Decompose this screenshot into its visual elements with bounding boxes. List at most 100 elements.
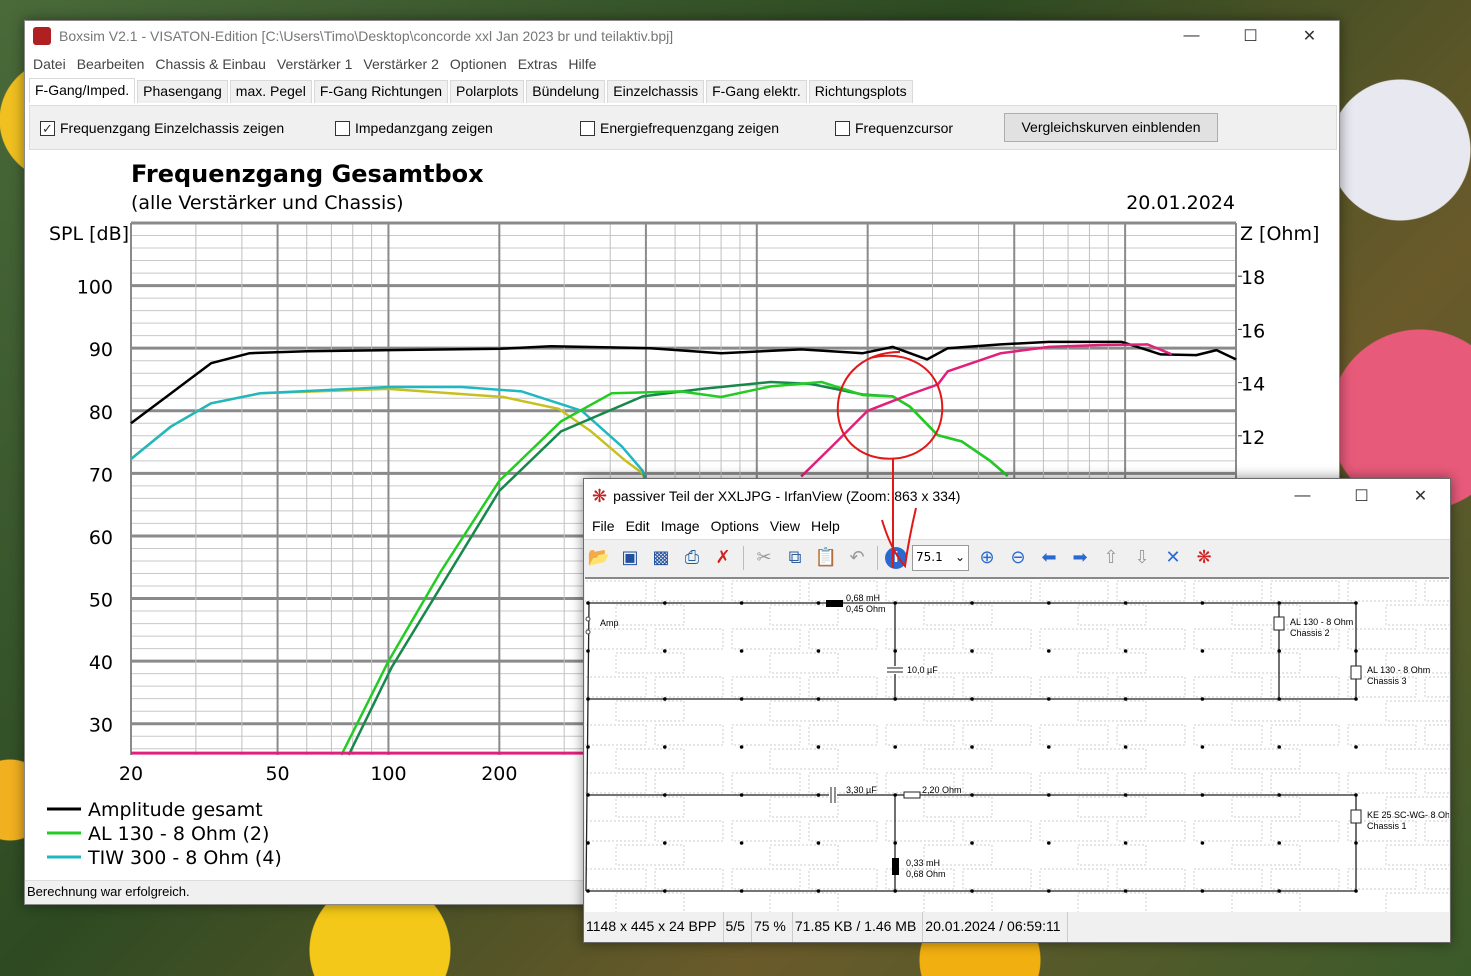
settings-tools-icon[interactable]: ✕: [1160, 545, 1186, 571]
checkbox-box[interactable]: [835, 120, 850, 136]
maximize-button[interactable]: ☐: [1332, 486, 1391, 506]
menu-hilfe[interactable]: Hilfe: [564, 56, 603, 72]
grid-dot: [1123, 745, 1128, 749]
close-button[interactable]: ✕: [1280, 26, 1339, 46]
grid-dot: [1047, 649, 1051, 653]
maximize-button[interactable]: ☐: [1221, 26, 1280, 46]
tab-richtungsplots[interactable]: Richtungsplots: [808, 80, 913, 103]
tab-f-gang-richtungen[interactable]: F-Gang Richtungen: [313, 80, 449, 103]
menu-help[interactable]: Help: [807, 518, 847, 534]
x-tick-label: 20: [119, 763, 143, 785]
grid-dot: [1354, 889, 1358, 893]
grid-dot: [1123, 601, 1128, 605]
checkbox-box[interactable]: [580, 120, 595, 136]
x-tick-label: 100: [370, 763, 406, 785]
grid-dot: [1277, 697, 1281, 701]
grid-dot: [1354, 841, 1358, 845]
previous-icon[interactable]: ⬅: [1036, 545, 1062, 571]
y-tick-label: 60: [89, 527, 113, 549]
irfanview-about-icon[interactable]: ❋: [1191, 545, 1217, 571]
menu-optionen[interactable]: Optionen: [446, 56, 514, 72]
next-icon[interactable]: ➡: [1067, 545, 1093, 571]
y2-axis-label: Z [Ohm]: [1240, 223, 1319, 245]
toolbar-separator: [877, 545, 878, 570]
last-page-icon[interactable]: ⇩: [1129, 545, 1155, 571]
grid-dot: [1354, 649, 1358, 653]
y2-tick-label: 12: [1241, 427, 1265, 449]
menu-options[interactable]: Options: [707, 518, 766, 534]
y-tick-label: 100: [77, 277, 113, 299]
menu-edit[interactable]: Edit: [622, 518, 657, 534]
grid-dot: [1200, 841, 1205, 845]
menu-chassis[interactable]: Chassis & Einbau: [151, 56, 273, 72]
undo-icon[interactable]: ↶: [844, 545, 870, 571]
chart-date: 20.01.2024: [1126, 192, 1235, 214]
save-icon[interactable]: ▩: [648, 545, 674, 571]
menu-verstaerker-2[interactable]: Verstärker 2: [359, 56, 445, 72]
menu-extras[interactable]: Extras: [514, 56, 565, 72]
copy-icon[interactable]: ⧉: [782, 545, 808, 571]
minimize-button[interactable]: —: [1162, 27, 1221, 45]
menu-bearbeiten[interactable]: Bearbeiten: [73, 56, 152, 72]
tab-f-gang-elektr[interactable]: F-Gang elektr.: [706, 80, 807, 103]
zoom-in-icon[interactable]: ⊕: [974, 545, 1000, 571]
grid-dot: [586, 889, 590, 893]
checkbox-impedanzgang[interactable]: Impedanzgang zeigen: [335, 120, 493, 136]
first-page-icon[interactable]: ⇧: [1098, 545, 1124, 571]
grid-dot: [663, 649, 667, 653]
print-icon[interactable]: ⎙: [679, 545, 705, 571]
info-icon[interactable]: i: [885, 546, 907, 569]
irfanview-menu-bar: File Edit Image Options View Help: [584, 513, 1450, 539]
open-folder-icon[interactable]: 📂: [586, 545, 612, 571]
grid-dot: [893, 649, 897, 653]
zoom-out-icon[interactable]: ⊖: [1005, 545, 1031, 571]
checkbox-energiefrequenzgang[interactable]: Energiefrequenzgang zeigen: [580, 120, 779, 136]
menu-image[interactable]: Image: [657, 518, 707, 534]
grid-dot: [663, 697, 667, 701]
checkbox-frequenzcursor[interactable]: Frequenzcursor: [835, 120, 953, 136]
grid-dot: [970, 793, 974, 797]
grid-dot: [816, 745, 821, 749]
speaker1-name: KE 25 SC-WG- 8 Ohm: [1367, 810, 1449, 820]
grid-dot: [1047, 697, 1051, 701]
grid-dot: [1200, 697, 1205, 701]
y-tick-label: 30: [89, 715, 113, 737]
menu-verstaerker-1[interactable]: Verstärker 1: [273, 56, 359, 72]
y-tick-label: 80: [89, 402, 113, 424]
checkbox-checked-icon[interactable]: ✓: [40, 120, 55, 136]
y2-tick-label: 18: [1241, 267, 1265, 289]
minimize-button[interactable]: —: [1273, 487, 1332, 505]
menu-file[interactable]: File: [588, 518, 622, 534]
checkbox-box[interactable]: [335, 120, 350, 136]
tab-polarplots[interactable]: Polarplots: [450, 80, 525, 103]
c2-value: 3,30 µF: [846, 785, 877, 795]
grid-dot: [586, 601, 590, 605]
grid-dot: [663, 889, 667, 893]
tab-buendelung[interactable]: Bündelung: [526, 80, 606, 103]
grid-dot: [1354, 745, 1358, 749]
grid-dot: [1200, 601, 1205, 605]
zoom-select[interactable]: 75.1 ⌄: [912, 544, 969, 571]
grid-dot: [1123, 697, 1128, 701]
grid-dot: [586, 649, 590, 653]
tab-phasengang[interactable]: Phasengang: [137, 80, 228, 103]
tab-max-pegel[interactable]: max. Pegel: [229, 80, 312, 103]
paste-icon[interactable]: 📋: [813, 545, 839, 571]
speaker1-chassis: Chassis 1: [1367, 821, 1407, 831]
slideshow-icon[interactable]: ▣: [617, 545, 643, 571]
delete-icon[interactable]: ✗: [710, 545, 736, 571]
tab-einzelchassis[interactable]: Einzelchassis: [607, 80, 705, 103]
grid-dot: [739, 793, 744, 797]
tab-f-gang-imped[interactable]: F-Gang/Imped.: [29, 78, 136, 103]
cut-icon[interactable]: ✂: [751, 545, 777, 571]
checkbox-einzelchassis[interactable]: ✓ Frequenzgang Einzelchassis zeigen: [40, 120, 284, 136]
checkbox-label: Impedanzgang zeigen: [355, 120, 493, 136]
y-tick-label: 90: [89, 339, 113, 361]
menu-datei[interactable]: Datei: [29, 56, 73, 72]
close-button[interactable]: ✕: [1391, 486, 1450, 506]
menu-view[interactable]: View: [766, 518, 807, 534]
vergleichskurven-button[interactable]: Vergleichskurven einblenden: [1004, 113, 1218, 142]
boxsim-app-icon: [33, 27, 51, 45]
grid-dot: [739, 889, 744, 893]
c1-value: 10,0 µF: [907, 665, 938, 675]
